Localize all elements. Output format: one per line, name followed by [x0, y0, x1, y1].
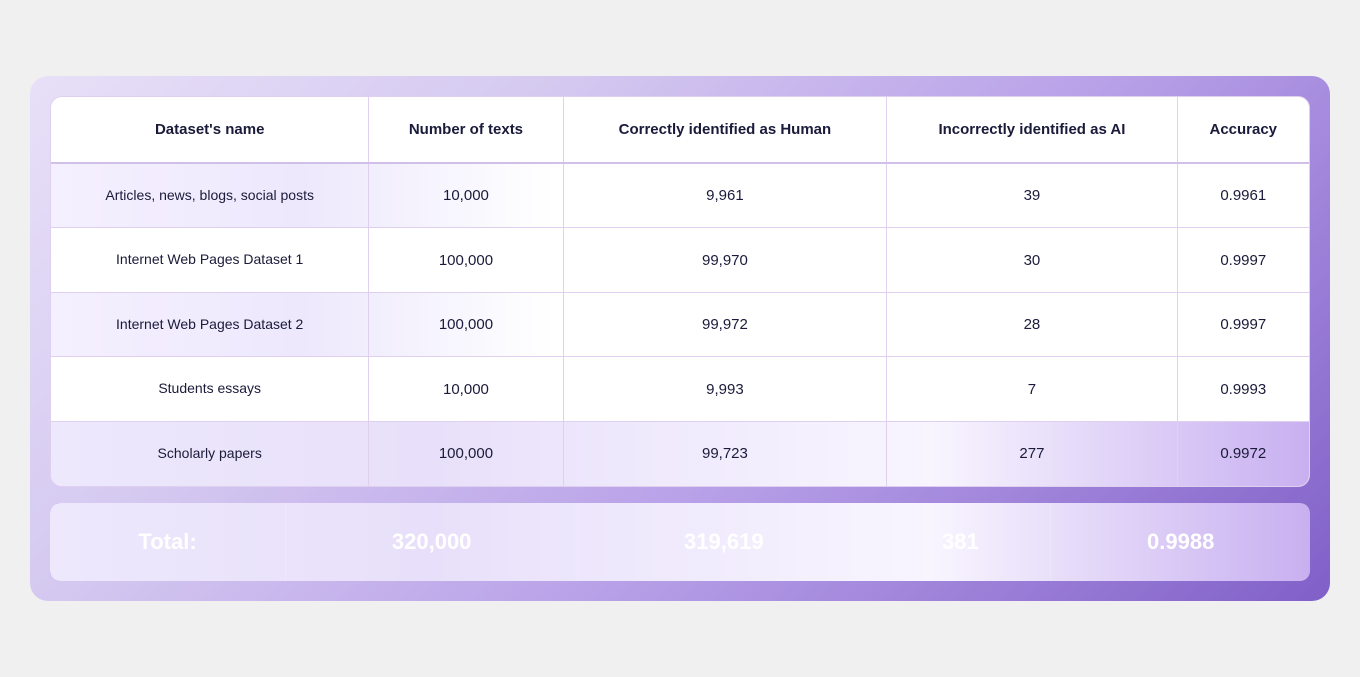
- total-row: Total: 320,000 319,619 381 0.9988: [50, 503, 1310, 582]
- table-row: Scholarly papers100,00099,7232770.9972: [51, 421, 1309, 485]
- col-header-dataset: Dataset's name: [51, 97, 369, 163]
- accuracy-value: 0.9997: [1177, 228, 1309, 293]
- table-header-row: Dataset's name Number of texts Correctly…: [51, 97, 1309, 163]
- data-table: Dataset's name Number of texts Correctly…: [51, 97, 1309, 486]
- num-texts: 10,000: [369, 357, 563, 422]
- dataset-name: Articles, news, blogs, social posts: [51, 163, 369, 228]
- dataset-name: Internet Web Pages Dataset 2: [51, 292, 369, 357]
- correctly-identified: 9,993: [563, 357, 887, 422]
- col-header-num-texts: Number of texts: [369, 97, 563, 163]
- main-container: Dataset's name Number of texts Correctly…: [30, 76, 1330, 602]
- table-row: Articles, news, blogs, social posts10,00…: [51, 163, 1309, 228]
- correctly-identified: 99,723: [563, 421, 887, 485]
- col-header-incorrectly: Incorrectly identified as AI: [887, 97, 1177, 163]
- col-header-accuracy: Accuracy: [1177, 97, 1309, 163]
- correctly-identified: 99,972: [563, 292, 887, 357]
- table-row: Internet Web Pages Dataset 2100,00099,97…: [51, 292, 1309, 357]
- total-bar: Total: 320,000 319,619 381 0.9988: [50, 503, 1310, 582]
- total-table: Total: 320,000 319,619 381 0.9988: [50, 503, 1310, 582]
- total-incorrectly: 381: [870, 503, 1051, 582]
- total-num-texts: 320,000: [286, 503, 578, 582]
- dataset-name: Scholarly papers: [51, 421, 369, 485]
- total-accuracy: 0.9988: [1051, 503, 1310, 582]
- col-header-correctly: Correctly identified as Human: [563, 97, 887, 163]
- incorrectly-identified: 277: [887, 421, 1177, 485]
- accuracy-value: 0.9961: [1177, 163, 1309, 228]
- incorrectly-identified: 7: [887, 357, 1177, 422]
- accuracy-value: 0.9993: [1177, 357, 1309, 422]
- dataset-name: Internet Web Pages Dataset 1: [51, 228, 369, 293]
- dataset-name: Students essays: [51, 357, 369, 422]
- table-row: Internet Web Pages Dataset 1100,00099,97…: [51, 228, 1309, 293]
- incorrectly-identified: 39: [887, 163, 1177, 228]
- num-texts: 100,000: [369, 421, 563, 485]
- table-row: Students essays10,0009,99370.9993: [51, 357, 1309, 422]
- correctly-identified: 99,970: [563, 228, 887, 293]
- num-texts: 10,000: [369, 163, 563, 228]
- num-texts: 100,000: [369, 228, 563, 293]
- data-table-wrapper: Dataset's name Number of texts Correctly…: [50, 96, 1310, 487]
- incorrectly-identified: 28: [887, 292, 1177, 357]
- incorrectly-identified: 30: [887, 228, 1177, 293]
- accuracy-value: 0.9972: [1177, 421, 1309, 485]
- correctly-identified: 9,961: [563, 163, 887, 228]
- num-texts: 100,000: [369, 292, 563, 357]
- accuracy-value: 0.9997: [1177, 292, 1309, 357]
- total-correctly: 319,619: [578, 503, 870, 582]
- total-label: Total:: [50, 503, 286, 582]
